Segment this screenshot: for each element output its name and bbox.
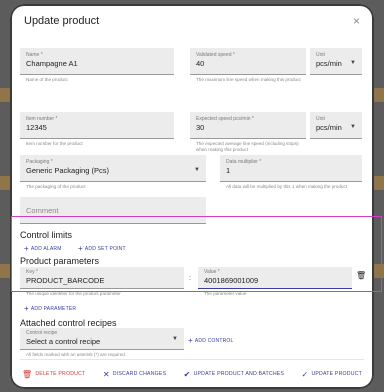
- chevron-down-icon: ▼: [350, 124, 356, 130]
- product-parameters-title: Product parameters: [20, 256, 100, 266]
- item-number-field[interactable]: Item number * 12345: [20, 112, 174, 139]
- add-alarm-button[interactable]: + ADD ALARM: [24, 244, 62, 253]
- update-product-and-batches-label: UPDATE PRODUCT AND BATCHES: [193, 371, 285, 377]
- update-product-button[interactable]: ✓ UPDATE PRODUCT: [302, 370, 362, 379]
- add-setpoint-button[interactable]: + ADD SET POINT: [78, 244, 126, 253]
- discard-changes-button[interactable]: ✕ DISCARD CHANGES: [103, 370, 166, 379]
- parameter-key-value: PRODUCT_BARCODE: [26, 276, 105, 285]
- validated-speed-field[interactable]: Validated speed * 40: [190, 48, 306, 75]
- validated-speed-label: Validated speed *: [196, 52, 235, 58]
- trash-icon: 🗑: [22, 369, 33, 379]
- expected-speed-label: Expected speed pcs/min *: [196, 116, 254, 122]
- parameter-key-label: Key *: [26, 269, 38, 275]
- parameter-value-value: 4001869001009: [204, 276, 259, 285]
- plus-icon: +: [188, 336, 193, 345]
- item-number-value: 12345: [26, 123, 47, 132]
- unit-label-2: Unit: [316, 116, 325, 122]
- packaging-select[interactable]: Packaging * Generic Packaging (Pcs) ▼: [20, 155, 206, 182]
- double-check-icon: ✔: [183, 369, 191, 379]
- plus-icon: +: [24, 244, 29, 253]
- parameter-value-field[interactable]: Value * 4001869001009: [198, 267, 352, 289]
- update-product-and-batches-button[interactable]: ✔ UPDATE PRODUCT AND BATCHES: [184, 370, 284, 379]
- add-control-label: ADD CONTROL: [194, 338, 234, 344]
- add-parameter-label: ADD PARAMETER: [30, 306, 77, 312]
- chevron-down-icon: ▼: [350, 60, 356, 66]
- data-multiplier-helper: All data will be multiplied by this 1 wh…: [226, 184, 348, 189]
- comment-field[interactable]: Comment: [20, 197, 206, 224]
- control-recipe-select[interactable]: Control recipe Select a control recipe ▼: [20, 328, 184, 350]
- discard-changes-label: DISCARD CHANGES: [112, 371, 167, 377]
- check-icon: ✓: [301, 369, 309, 379]
- control-recipes-title: Attached control recipes: [20, 318, 117, 328]
- unit-select-1[interactable]: Unit pcs/min ▼: [310, 48, 362, 75]
- packaging-value: Generic Packaging (Pcs): [26, 166, 109, 175]
- trash-icon[interactable]: 🗑: [356, 271, 366, 280]
- required-note: All fields marked with an asterisk (*) a…: [26, 352, 127, 357]
- update-product-label: UPDATE PRODUCT: [311, 371, 362, 377]
- unit-label-1: Unit: [316, 52, 325, 58]
- parameter-value-label: Value *: [204, 269, 220, 275]
- expected-speed-value: 30: [196, 123, 205, 132]
- validated-speed-helper: The maximum line speed when making this …: [196, 77, 301, 82]
- dialog-footer: 🗑 DELETE PRODUCT ✕ DISCARD CHANGES ✔ UPD…: [10, 359, 374, 389]
- item-number-label: Item number *: [26, 116, 58, 122]
- packaging-helper: The packaging of the product: [26, 184, 86, 189]
- item-number-helper: Item number for the product: [26, 141, 83, 146]
- close-icon[interactable]: ×: [353, 14, 360, 28]
- validated-speed-value: 40: [196, 59, 205, 68]
- control-recipe-value: Select a control recipe: [26, 337, 101, 346]
- control-limits-title: Control limits: [20, 230, 73, 240]
- unit-select-2[interactable]: Unit pcs/min ▼: [310, 112, 362, 139]
- add-control-button[interactable]: + ADD CONTROL: [188, 336, 233, 345]
- dialog-header: Update product ×: [10, 4, 374, 38]
- update-product-dialog: Update product × Name * Champagne A1 Nam…: [10, 4, 374, 389]
- expected-speed-field[interactable]: Expected speed pcs/min * 30: [190, 112, 306, 139]
- parameter-value-helper: The parameter value: [204, 291, 247, 296]
- plus-icon: +: [78, 244, 83, 253]
- delete-product-button[interactable]: 🗑 DELETE PRODUCT: [22, 370, 85, 379]
- name-helper: Name of the product: [26, 77, 68, 82]
- dialog-title: Update product: [24, 15, 100, 27]
- close-icon: ✕: [102, 369, 110, 379]
- data-multiplier-label: Data multiplier *: [226, 159, 262, 165]
- delete-product-label: DELETE PRODUCT: [35, 371, 86, 377]
- add-alarm-label: ADD ALARM: [30, 246, 62, 252]
- data-multiplier-value: 1: [226, 166, 231, 175]
- add-parameter-button[interactable]: + ADD PARAMETER: [24, 304, 76, 313]
- data-multiplier-field[interactable]: Data multiplier * 1: [220, 155, 362, 182]
- chevron-down-icon: ▼: [194, 167, 200, 173]
- parameter-key-helper: The unique identifier for the product pa…: [26, 291, 121, 296]
- unit-value-2: pcs/min: [316, 123, 342, 132]
- control-recipe-label: Control recipe: [26, 330, 58, 336]
- comment-placeholder: Comment: [26, 206, 59, 215]
- plus-icon: +: [24, 304, 29, 313]
- name-label: Name *: [26, 52, 43, 58]
- parameter-key-field[interactable]: Key * PRODUCT_BARCODE: [20, 267, 184, 289]
- name-field[interactable]: Name * Champagne A1: [20, 48, 174, 75]
- add-setpoint-label: ADD SET POINT: [84, 246, 126, 252]
- name-value: Champagne A1: [26, 59, 78, 68]
- packaging-label: Packaging *: [26, 159, 53, 165]
- unit-value-1: pcs/min: [316, 59, 342, 68]
- key-value-separator: :: [189, 275, 191, 282]
- expected-speed-helper: The expected average line speed (includi…: [196, 141, 299, 152]
- chevron-down-icon: ▼: [172, 336, 178, 342]
